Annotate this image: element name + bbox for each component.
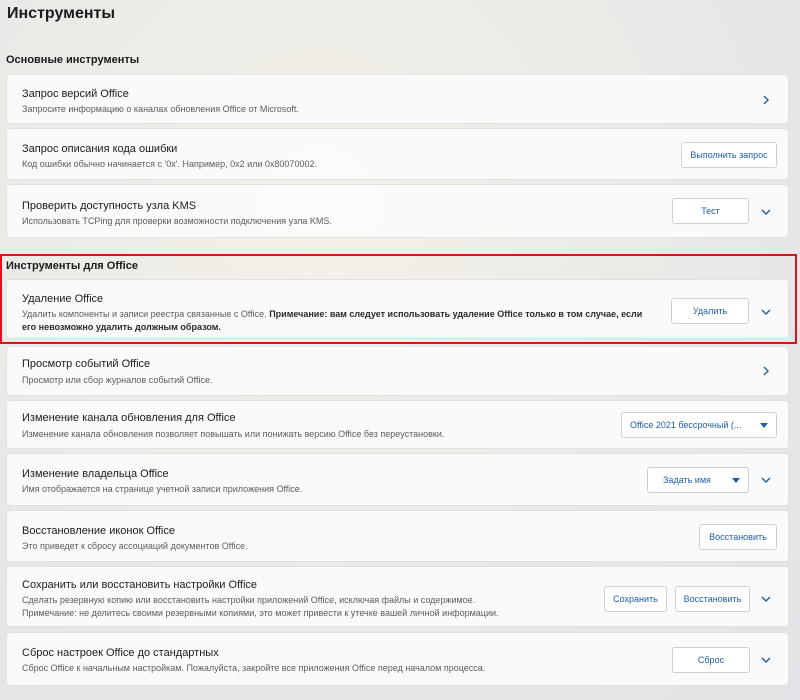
- caret-down-icon: [760, 423, 768, 428]
- card-reset-settings: Сброс настроек Office до стандартных Сбр…: [6, 632, 789, 686]
- card-description: Просмотр или сбор журналов событий Offic…: [22, 375, 213, 385]
- restore-icons-button[interactable]: Восстановить: [699, 524, 777, 550]
- card-kms-check: Проверить доступность узла KMS Использов…: [6, 184, 789, 238]
- card-title: Просмотр событий Office: [22, 358, 151, 370]
- chevron-down-icon[interactable]: [758, 304, 774, 320]
- card-description: Запросите информацию о каналах обновлени…: [22, 104, 299, 114]
- run-query-button[interactable]: Выполнить запрос: [681, 142, 777, 168]
- card-description-note-cont: его невозможно удалить должным образом.: [22, 322, 221, 332]
- card-description: Это приведет к сбросу ассоциаций докумен…: [22, 541, 248, 551]
- chevron-down-icon[interactable]: [758, 591, 774, 607]
- card-description: Код ошибки обычно начинается с '0x'. Нап…: [22, 159, 317, 169]
- card-remove-office: Удаление Office Удалить компоненты и зап…: [6, 279, 789, 339]
- chevron-down-icon[interactable]: [758, 472, 774, 488]
- card-description-text: Удалить компоненты и записи реестра связ…: [22, 309, 270, 319]
- card-title: Проверить доступность узла KMS: [22, 200, 197, 212]
- card-title: Удаление Office: [22, 293, 104, 305]
- card-restore-icons: Восстановление иконок Office Это приведе…: [6, 510, 789, 562]
- card-title: Сброс настроек Office до стандартных: [22, 647, 219, 659]
- chevron-down-icon[interactable]: [758, 652, 774, 668]
- card-query-versions[interactable]: Запрос версий Office Запросите информаци…: [6, 74, 789, 124]
- card-title: Запрос описания кода ошибки: [22, 143, 178, 155]
- card-description: Сброс Office к начальным настройкам. Пож…: [22, 663, 486, 673]
- card-description-note: Примечание: вам следует использовать уда…: [269, 309, 643, 319]
- restore-settings-button[interactable]: Восстановить: [675, 586, 750, 612]
- remove-button[interactable]: Удалить: [671, 298, 749, 324]
- card-title: Изменение канала обновления для Office: [22, 412, 236, 424]
- card-description: Сделать резервную копию или восстановить…: [22, 595, 476, 605]
- card-description: Изменение канала обновления позволяет по…: [22, 429, 445, 439]
- chevron-down-icon[interactable]: [758, 204, 774, 220]
- reset-button[interactable]: Сброс: [672, 647, 750, 673]
- card-description: Удалить компоненты и записи реестра связ…: [22, 307, 642, 321]
- set-name-dropdown[interactable]: Задать имя: [647, 467, 749, 493]
- card-title: Восстановление иконок Office: [22, 525, 175, 537]
- card-title: Изменение владельца Office: [22, 468, 169, 480]
- card-title: Запрос версий Office: [22, 88, 129, 100]
- chevron-right-icon[interactable]: [758, 363, 774, 379]
- card-description-line-2: Примечание: не делитесь своими резервным…: [22, 608, 499, 618]
- dropdown-value: Office 2021 бессрочный (...: [630, 420, 742, 430]
- section-header-basic: Основные инструменты: [6, 54, 140, 66]
- card-description-line-2: его невозможно удалить должным образом.: [22, 320, 221, 334]
- card-description: Имя отображается на странице учетной зап…: [22, 484, 303, 494]
- card-update-channel: Изменение канала обновления для Office И…: [6, 400, 789, 449]
- chevron-right-icon[interactable]: [758, 92, 774, 108]
- section-header-office: Инструменты для Office: [6, 260, 138, 272]
- update-channel-dropdown[interactable]: Office 2021 бессрочный (...: [621, 412, 777, 438]
- caret-down-icon: [732, 478, 740, 483]
- card-view-events[interactable]: Просмотр событий Office Просмотр или сбо…: [6, 346, 789, 396]
- dropdown-value: Задать имя: [663, 475, 711, 485]
- save-settings-button[interactable]: Сохранить: [604, 586, 667, 612]
- card-error-code: Запрос описания кода ошибки Код ошибки о…: [6, 128, 789, 180]
- card-description: Использовать TCPing для проверки возможн…: [22, 216, 332, 226]
- card-change-owner: Изменение владельца Office Имя отображае…: [6, 453, 789, 506]
- page-title: Инструменты: [7, 5, 116, 22]
- test-button[interactable]: Тест: [672, 198, 749, 224]
- card-backup-settings: Сохранить или восстановить настройки Off…: [6, 566, 789, 627]
- card-title: Сохранить или восстановить настройки Off…: [22, 579, 258, 591]
